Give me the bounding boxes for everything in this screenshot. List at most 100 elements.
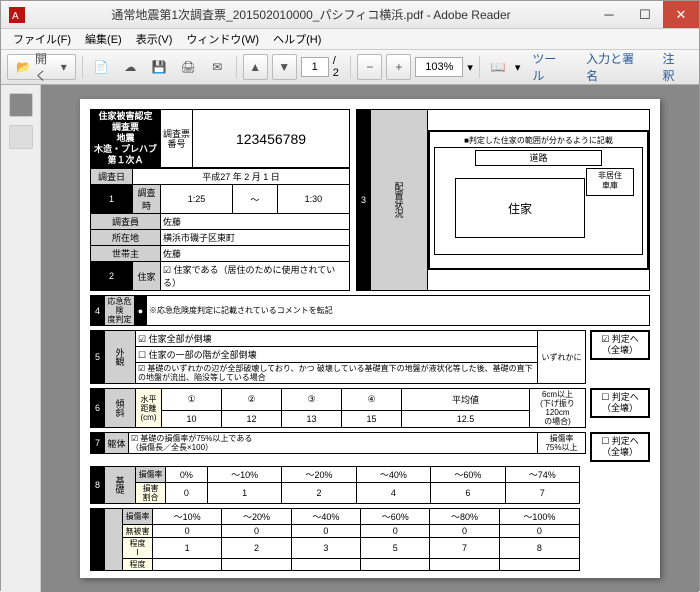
sec9-r1-lab: 損傷率	[123, 509, 153, 525]
sec9-r4-1	[222, 559, 291, 571]
thumbnails-icon[interactable]	[9, 93, 33, 117]
sec9-r4-3	[361, 559, 430, 571]
page-up-button[interactable]: ▲	[243, 54, 268, 80]
sec6-label: 傾斜	[105, 389, 136, 428]
row-num-5: 5	[91, 331, 105, 384]
tab-note[interactable]: 注釈	[655, 46, 694, 88]
toolbar: 📂 開く ▾ 📄 ☁ 💾 🖨 ✉ ▲ ▼ / 2 − + ▾ 📖 ▾ ツール 入…	[1, 49, 699, 85]
survey-no: 123456789	[193, 110, 350, 168]
close-button[interactable]: ✕	[663, 1, 699, 28]
zoom-dropdown-icon[interactable]: ▾	[467, 61, 473, 74]
separator	[236, 56, 237, 78]
surveyor-label: 調査員	[91, 214, 161, 230]
zoom-input[interactable]	[415, 57, 463, 77]
tab-tool[interactable]: ツール	[524, 46, 574, 88]
sec9-r1-4: ～80%	[430, 509, 499, 525]
window-title: 通常地震第1次調査票_201502010000_パシフィコ横浜.pdf - Ad…	[31, 6, 591, 23]
row-num-8: 8	[91, 467, 105, 504]
diagram-note: ■判定した住家の範囲が分かるように記載	[434, 136, 643, 145]
menu-edit[interactable]: 編集(E)	[79, 29, 128, 49]
page-total: / 2	[333, 55, 345, 79]
sec5-cb2: ☐	[138, 350, 146, 360]
menu-window[interactable]: ウィンドウ(W)	[180, 29, 265, 49]
sec9-r1-5: ～100%	[499, 509, 579, 525]
sec9-r1-0: ～10%	[153, 509, 222, 525]
sec9-r2-3: 0	[361, 525, 430, 538]
sec4-sub: ●	[135, 296, 147, 326]
row-num-6: 6	[91, 389, 105, 428]
hdr-l1: 住家被害認定	[98, 111, 152, 121]
dropdown-icon[interactable]: ▾	[515, 61, 521, 74]
zoom-in-button[interactable]: +	[386, 54, 411, 80]
attachment-icon[interactable]	[9, 125, 33, 149]
cloud-icon[interactable]: ☁	[118, 54, 143, 80]
sec8-r1-4: ～60%	[431, 467, 505, 483]
sec5-t3: 基礎のいずれかの辺が全部破壊しており、かつ 破壊している基礎直下の地盤が液状化等…	[138, 364, 533, 382]
diagram-road: 道路	[475, 150, 602, 166]
house-text: 住家である（居住のために使用されている）	[163, 265, 335, 288]
sec6-c0: ①	[162, 389, 222, 411]
survey-date: 平成27 年 2 月 1 日	[133, 169, 350, 185]
address-label: 所在地	[91, 230, 161, 246]
time-from: 1:25	[161, 185, 233, 214]
sec8-r1-3: ～40%	[356, 467, 430, 483]
app-icon: A	[9, 7, 25, 23]
sec9-r3-lab: 程度Ⅰ	[123, 538, 153, 559]
sec6-v4: 12.5	[402, 410, 530, 427]
separator	[350, 56, 351, 78]
sec6-c3: ④	[342, 389, 402, 411]
sec8-r1-0: 0%	[166, 467, 208, 483]
open-button[interactable]: 📂 開く ▾	[7, 54, 76, 80]
row-num-3: 3	[357, 110, 371, 291]
read-mode-icon[interactable]: 📖	[486, 54, 511, 80]
mail-icon[interactable]: ✉	[205, 54, 230, 80]
sec7-judge: ☐ 判定へ（全壊）	[590, 432, 650, 462]
sec9-r4-lab: 程度	[123, 559, 153, 571]
row-num-7: 7	[91, 433, 105, 454]
sec5-cb3: ☑	[138, 364, 145, 373]
sec6-sub: 水平距離(cm)	[136, 389, 162, 428]
separator	[479, 56, 480, 78]
sec8-r1-2: ～20%	[282, 467, 356, 483]
sec7-cb: ☑	[131, 434, 138, 443]
menu-file[interactable]: ファイル(F)	[7, 29, 77, 49]
sec9-r3-5: 8	[499, 538, 579, 559]
surveyor: 佐藤	[161, 214, 350, 230]
sec4-l2: 度判定	[108, 315, 132, 324]
sec9-r3-2: 3	[291, 538, 360, 559]
menu-view[interactable]: 表示(V)	[130, 29, 179, 49]
layout-label: 配置状況	[371, 110, 428, 291]
hdr-l5: 第１次Ａ	[107, 155, 143, 165]
row-num-4: 4	[91, 296, 105, 326]
tab-sign[interactable]: 入力と署名	[578, 46, 650, 88]
separator	[82, 56, 83, 78]
sec7-label: 躯体	[105, 433, 129, 454]
create-pdf-icon[interactable]: 📄	[89, 54, 114, 80]
zoom-out-button[interactable]: −	[357, 54, 382, 80]
sec9-r1-1: ～20%	[222, 509, 291, 525]
sec9-r3-3: 5	[361, 538, 430, 559]
row-num-2: 2	[91, 262, 133, 291]
sec5-side: いずれかに	[538, 331, 586, 384]
pdf-page: 住家被害認定 調査票 地震 木造・プレハブ 第１次Ａ 調査票番号 1234567…	[80, 99, 660, 578]
pdf-viewer[interactable]: 住家被害認定 調査票 地震 木造・プレハブ 第１次Ａ 調査票番号 1234567…	[41, 85, 699, 592]
page-down-button[interactable]: ▼	[272, 54, 297, 80]
sec9-r2-lab: 無被害	[123, 525, 153, 538]
print-icon[interactable]: 🖨	[176, 54, 201, 80]
house-checkbox: ☑	[163, 265, 171, 275]
maximize-button[interactable]: ☐	[627, 1, 663, 28]
sec8-r2-1: 1	[207, 483, 281, 504]
page-input[interactable]	[301, 57, 329, 77]
sec9-label	[105, 509, 123, 571]
time-to: 1:30	[277, 185, 349, 214]
menu-help[interactable]: ヘルプ(H)	[267, 29, 327, 49]
sec9-r4-5	[499, 559, 579, 571]
hdr-l4: 木造・プレハブ	[94, 144, 157, 154]
sec8-r2-4: 6	[431, 483, 505, 504]
main-area: 住家被害認定 調査票 地震 木造・プレハブ 第１次Ａ 調査票番号 1234567…	[1, 85, 699, 592]
survey-no-label: 調査票番号	[161, 110, 193, 168]
minimize-button[interactable]: ─	[591, 1, 627, 28]
sec9-r2-0: 0	[153, 525, 222, 538]
save-icon[interactable]: 💾	[147, 54, 172, 80]
sec8-r1-5: ～74%	[505, 467, 579, 483]
